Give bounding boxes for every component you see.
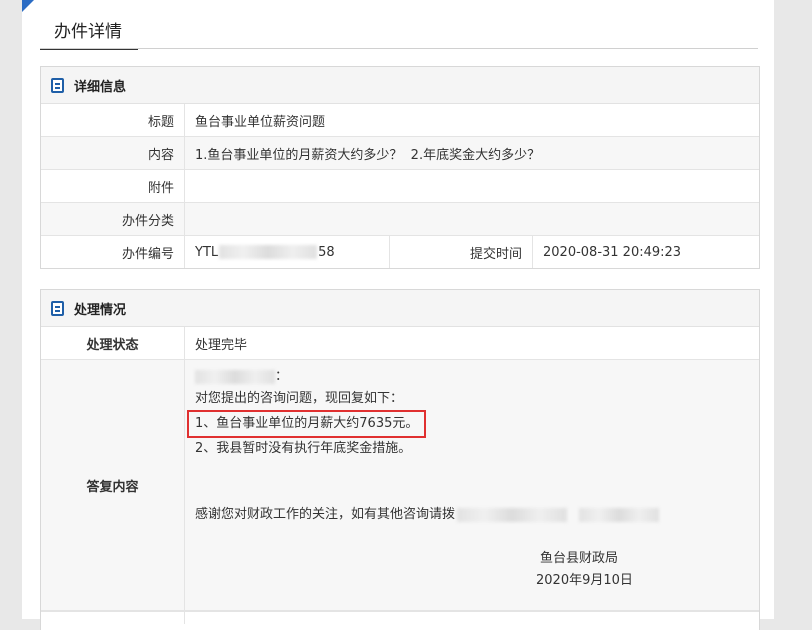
corner-marker xyxy=(22,0,34,12)
redacted-block xyxy=(579,507,660,522)
row-next xyxy=(41,611,759,624)
row-status: 处理状态 处理完毕 xyxy=(41,327,759,360)
status-label: 处理状态 xyxy=(41,327,185,359)
submit-time-label: 提交时间 xyxy=(390,236,533,268)
reply-greeting-tail: ： xyxy=(275,369,289,384)
process-section-title: 处理情况 xyxy=(74,302,127,318)
category-label: 办件分类 xyxy=(41,203,185,235)
submit-time-value: 2020-08-31 20:49:23 xyxy=(543,244,682,260)
process-panel-header: 处理情况 xyxy=(41,290,759,327)
content-value: 1.鱼台事业单位的月薪资大约多少？ 2.年底奖金大约多少？ xyxy=(195,147,541,163)
reply-date: 2020年9月10日 xyxy=(536,573,633,588)
subject-value: 鱼台事业单位薪资问题 xyxy=(195,114,326,130)
category-value xyxy=(185,203,195,235)
detail-panel: 详细信息 标题 鱼台事业单位薪资问题 内容 1.鱼台事业单位的月薪资大约多少？ … xyxy=(40,66,760,269)
next-label xyxy=(41,612,185,624)
attachment-label: 附件 xyxy=(41,170,185,202)
reply-greeting: ： xyxy=(195,366,749,388)
row-subject: 标题 鱼台事业单位薪资问题 xyxy=(41,104,759,137)
reply-item-2: 2、我县暂时没有执行年底奖金措施。 xyxy=(195,441,412,456)
document-icon xyxy=(51,77,64,93)
redacted-block xyxy=(457,507,568,522)
number-prefix: YTL xyxy=(195,244,219,260)
row-content: 内容 1.鱼台事业单位的月薪资大约多少？ 2.年底奖金大约多少？ xyxy=(41,137,759,170)
detail-panel-header: 详细信息 xyxy=(41,67,759,104)
number-label: 办件编号 xyxy=(41,236,185,268)
reply-label: 答复内容 xyxy=(41,360,185,610)
reply-signer: 鱼台县财政局 xyxy=(540,551,619,566)
title-divider xyxy=(40,48,758,49)
reply-thanks-text: 感谢您对财政工作的关注，如有其他咨询请拨 xyxy=(195,507,456,522)
redacted-block xyxy=(219,245,318,259)
attachment-value xyxy=(185,170,195,202)
reply-content: ： 对您提出的咨询问题，现回复如下： 1、鱼台事业单位的月薪大约7635元。 2… xyxy=(185,360,759,610)
row-number: 办件编号 YTL 58 提交时间 2020-08-31 20:49:23 xyxy=(41,236,759,268)
status-value: 处理完毕 xyxy=(195,337,248,353)
page-title: 办件详情 xyxy=(40,18,138,50)
row-category: 办件分类 xyxy=(41,203,759,236)
redacted-block xyxy=(195,369,275,384)
number-suffix: 58 xyxy=(318,244,335,260)
content-label: 内容 xyxy=(41,137,185,169)
document-icon xyxy=(51,300,64,316)
reply-intro: 对您提出的咨询问题，现回复如下： xyxy=(195,391,404,406)
detail-section-title: 详细信息 xyxy=(74,79,127,95)
process-panel: 处理情况 处理状态 处理完毕 答复内容 ： 对您提出的咨询问题，现回复如下： 1… xyxy=(40,289,760,630)
reply-thanks: 感谢您对财政工作的关注，如有其他咨询请拨 xyxy=(195,504,749,526)
row-attachment: 附件 xyxy=(41,170,759,203)
row-reply: 答复内容 ： 对您提出的咨询问题，现回复如下： 1、鱼台事业单位的月薪大约763… xyxy=(41,360,759,611)
reply-item-1-highlighted: 1、鱼台事业单位的月薪大约7635元。 xyxy=(187,410,427,438)
subject-label: 标题 xyxy=(41,104,185,136)
number-value: YTL 58 xyxy=(185,236,390,268)
